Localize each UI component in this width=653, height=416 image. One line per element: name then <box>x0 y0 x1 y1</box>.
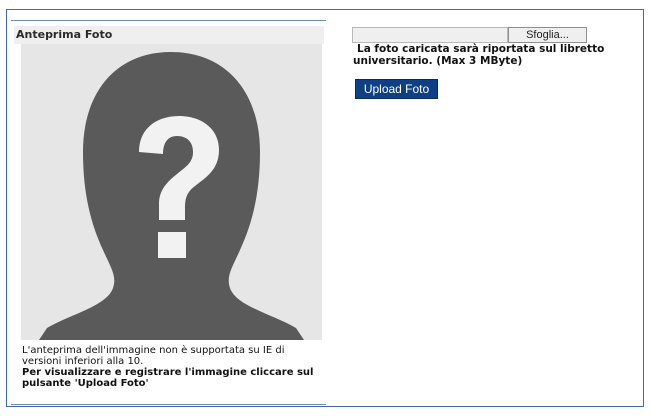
file-path-field[interactable] <box>352 27 508 43</box>
panel-title: Anteprima Foto <box>14 26 324 44</box>
upload-photo-button[interactable]: Upload Foto <box>355 79 438 99</box>
preview-note: L'anteprima dell'immagine non è supporta… <box>22 345 322 389</box>
file-picker: Sfoglia... <box>352 27 587 43</box>
upload-instructions: Per visualizzare e registrare l'immagine… <box>22 367 314 389</box>
ie-support-note: L'anteprima dell'immagine non è supporta… <box>22 345 285 367</box>
unknown-person-icon <box>21 44 322 340</box>
browse-button[interactable]: Sfoglia... <box>508 27 587 43</box>
photo-preview <box>21 44 322 340</box>
upload-info-text: La foto caricata sarà riportata sul libr… <box>353 43 605 67</box>
